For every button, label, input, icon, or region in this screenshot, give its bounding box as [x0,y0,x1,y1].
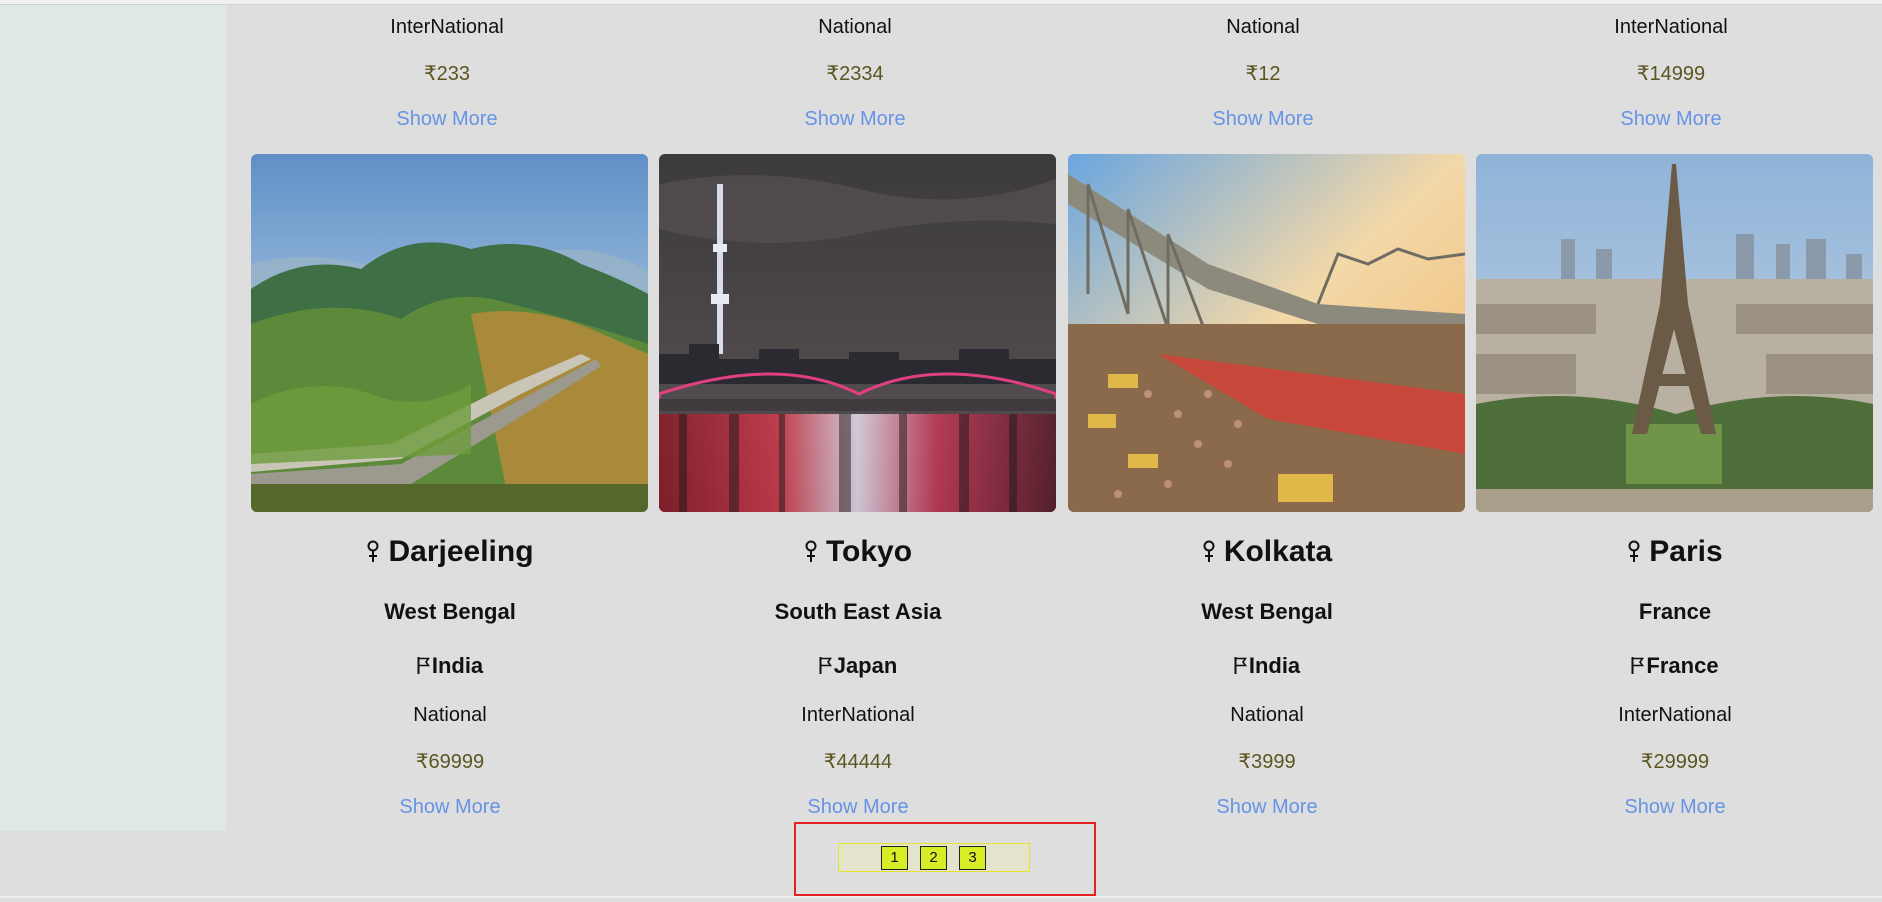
bottom-divider [0,896,1882,898]
top-card-row: InterNational ₹233 Show More National ₹2… [245,5,1875,150]
destination-title-text: Tokyo [825,535,913,568]
flag-icon [417,657,430,674]
category-label: InterNational [1618,704,1732,726]
destination-country-text: India [431,653,484,678]
location-pin-icon [367,540,379,562]
category-label: National [413,704,487,726]
destination-country-text: India [1248,653,1301,678]
show-more-link[interactable]: Show More [1212,109,1313,129]
destination-region: West Bengal [384,599,516,624]
location-pin-icon [1203,540,1215,562]
category-label: National [1226,16,1300,38]
destination-country: India [1068,655,1466,677]
price-label: ₹233 [423,63,471,85]
price-label: ₹44444 [823,751,893,773]
destination-title: Kolkata [1068,537,1466,567]
show-more-link[interactable]: Show More [399,797,500,817]
destination-card: Darjeeling West Bengal India National ₹6… [251,154,649,834]
category-label: National [1230,704,1304,726]
destination-card: Tokyo South East Asia Japan InterNationa… [659,154,1057,834]
destination-title-text: Darjeeling [388,535,534,568]
page-button-1[interactable]: 1 [881,846,908,870]
price-label: ₹14999 [1636,63,1706,85]
show-more-link[interactable]: Show More [396,109,497,129]
destination-region: West Bengal [1201,599,1333,624]
tokyo-night-skyline-photo[interactable] [659,154,1056,512]
destination-title: Tokyo [659,537,1057,567]
page: InterNational ₹233 Show More National ₹2… [0,0,1882,902]
flag-icon [1234,657,1247,674]
price-label: ₹3999 [1238,751,1296,773]
page-button-2[interactable]: 2 [920,846,947,870]
destination-country-text: France [1646,653,1719,678]
show-more-link[interactable]: Show More [1216,797,1317,817]
show-more-link[interactable]: Show More [804,109,905,129]
category-label: InterNational [801,704,915,726]
flag-icon [1631,657,1645,674]
destination-title-text: Kolkata [1223,535,1333,568]
destination-country: Japan [659,655,1057,677]
price-label: ₹29999 [1640,751,1710,773]
category-label: InterNational [1614,16,1728,38]
destination-region: France [1638,599,1712,624]
destination-title: Darjeeling [251,537,649,567]
destination-region: South East Asia [774,599,942,624]
destination-card: Paris France France InterNational ₹29999… [1476,154,1874,834]
price-label: ₹2334 [826,63,884,85]
destination-country: France [1476,655,1874,677]
page-button-3[interactable]: 3 [959,846,986,870]
pagination: 1 2 3 [838,843,1030,872]
destination-card: Kolkata West Bengal India National ₹3999… [1068,154,1466,834]
category-label: InterNational [390,16,504,38]
show-more-link[interactable]: Show More [1624,797,1725,817]
destination-title: Paris [1476,537,1874,567]
destination-country: India [251,655,649,677]
show-more-link[interactable]: Show More [1620,109,1721,129]
flag-icon [819,657,832,674]
location-pin-icon [1628,540,1640,562]
location-pin-icon [805,540,817,562]
price-label: ₹12 [1245,63,1281,85]
eiffel-tower-city-photo[interactable] [1476,154,1873,512]
show-more-link[interactable]: Show More [807,797,908,817]
category-label: National [818,16,892,38]
mountain-landscape-photo[interactable] [251,154,648,512]
destination-title-text: Paris [1649,535,1723,568]
price-label: ₹69999 [415,751,485,773]
sidebar [0,5,226,831]
destination-country-text: Japan [833,653,898,678]
howrah-bridge-street-photo[interactable] [1068,154,1465,512]
